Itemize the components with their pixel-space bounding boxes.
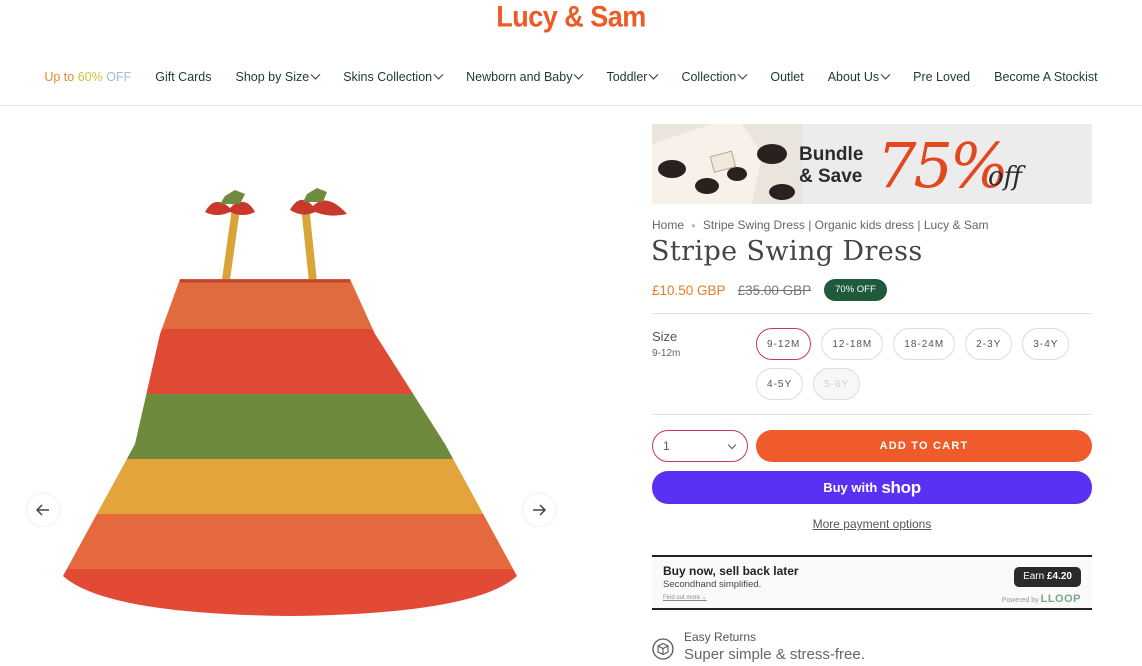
breadcrumb-home[interactable]: Home bbox=[652, 218, 684, 232]
loop-subheading: Secondhand simplified. bbox=[663, 579, 762, 590]
chevron-down-icon bbox=[310, 69, 321, 80]
brand-logo-text: Lucy & Sam bbox=[496, 0, 646, 34]
nav-label: Gift Cards bbox=[155, 70, 212, 84]
divider bbox=[652, 414, 1092, 415]
nav-item-about-us[interactable]: About Us bbox=[816, 69, 901, 84]
nav-item-shop-by-size[interactable]: Shop by Size bbox=[224, 69, 332, 84]
size-label: Size bbox=[652, 329, 678, 344]
buy-with-label: Buy with bbox=[823, 480, 878, 495]
loop-resale-widget: Buy now, sell back later Secondhand simp… bbox=[652, 555, 1092, 610]
product-gallery bbox=[0, 106, 640, 666]
nav-item-skins-collection[interactable]: Skins Collection bbox=[331, 69, 454, 84]
size-option-4-5y[interactable]: 4-5Y bbox=[756, 368, 804, 400]
gallery-prev-button[interactable] bbox=[27, 494, 59, 526]
nav-item-newborn-baby[interactable]: Newborn and Baby bbox=[454, 69, 594, 84]
gallery-next-button[interactable] bbox=[523, 494, 555, 526]
chevron-down-icon bbox=[727, 440, 737, 450]
size-selected-value: 9-12m bbox=[652, 348, 681, 359]
loop-find-out-more-link[interactable]: Find out more ⌄ bbox=[663, 594, 707, 601]
chevron-down-icon bbox=[737, 69, 748, 80]
loop-find-out-label: Find out more bbox=[663, 595, 701, 601]
banner-percent: 75% bbox=[877, 129, 1009, 202]
sale-prefix: Up to bbox=[44, 70, 75, 84]
size-options: 9-12M 12-18M 18-24M 2-3Y 3-4Y 4-5Y 5-6Y bbox=[756, 328, 1076, 400]
loop-logo: LLOOP bbox=[1040, 593, 1081, 605]
nav-item-gift-cards[interactable]: Gift Cards bbox=[143, 70, 223, 84]
banner-text: Bundle & Save bbox=[799, 144, 863, 188]
chevron-down-icon bbox=[433, 69, 444, 80]
main-nav: Up to 60% OFF Gift Cards Shop by Size Sk… bbox=[0, 69, 1142, 84]
returns-subtitle: Super simple & stress-free. bbox=[684, 646, 865, 663]
arrow-right-icon bbox=[533, 504, 546, 516]
size-option-2-3y[interactable]: 2-3Y bbox=[965, 328, 1013, 360]
breadcrumb-separator-icon: ● bbox=[691, 220, 696, 230]
nav-label: Shop by Size bbox=[235, 70, 310, 84]
nav-label: Toddler bbox=[606, 70, 648, 84]
bundle-save-banner[interactable]: Bundle & Save 75% off bbox=[652, 124, 1092, 204]
returns-box-icon bbox=[652, 638, 674, 660]
nav-item-sale[interactable]: Up to 60% OFF bbox=[32, 70, 143, 84]
size-option-5-6y[interactable]: 5-6Y bbox=[813, 368, 861, 400]
compare-price: £35.00 GBP bbox=[737, 282, 812, 298]
brand-logo[interactable]: Lucy & Sam bbox=[0, 0, 1142, 34]
banner-line2: & Save bbox=[799, 166, 863, 187]
product-title: Stripe Swing Dress bbox=[651, 236, 923, 267]
loop-powered-by: Powered by LLOOP bbox=[1002, 593, 1081, 605]
nav-item-pre-loved[interactable]: Pre Loved bbox=[901, 70, 982, 84]
nav-item-become-stockist[interactable]: Become A Stockist bbox=[982, 70, 1110, 84]
add-to-cart-button[interactable]: ADD TO CART bbox=[756, 430, 1092, 462]
size-option-3-4y[interactable]: 3-4Y bbox=[1022, 328, 1070, 360]
chevron-down-icon bbox=[880, 69, 891, 80]
cow-print-product-image bbox=[652, 124, 802, 204]
chevron-down-icon bbox=[649, 69, 659, 80]
sale-percent: 60% bbox=[77, 70, 103, 84]
nav-label: Outlet bbox=[770, 70, 804, 84]
banner-line1: Bundle bbox=[799, 144, 864, 165]
shop-pay-logo: shop bbox=[881, 477, 921, 497]
discount-badge: 70% OFF bbox=[824, 279, 887, 301]
nav-item-toddler[interactable]: Toddler bbox=[594, 69, 669, 84]
powered-by-label: Powered by bbox=[1001, 597, 1039, 604]
quantity-select[interactable]: 1 bbox=[652, 430, 748, 462]
loop-earn-badge: Earn £4.20 bbox=[1014, 567, 1081, 587]
nav-label: Pre Loved bbox=[913, 70, 971, 84]
nav-label: Collection bbox=[681, 70, 737, 84]
breadcrumb-current: Stripe Swing Dress | Organic kids dress … bbox=[702, 218, 989, 232]
nav-item-collection[interactable]: Collection bbox=[669, 69, 758, 84]
sale-suffix: OFF bbox=[106, 70, 132, 84]
size-option-18-24m[interactable]: 18-24M bbox=[893, 328, 956, 360]
breadcrumb: Home ● Stripe Swing Dress | Organic kids… bbox=[652, 218, 989, 232]
sale-price: £10.50 GBP bbox=[652, 282, 726, 298]
nav-label: Skins Collection bbox=[343, 70, 433, 84]
size-option-12-18m[interactable]: 12-18M bbox=[821, 328, 884, 360]
earn-amount: £4.20 bbox=[1046, 571, 1072, 582]
banner-off: off bbox=[988, 162, 1023, 192]
price-row: £10.50 GBP £35.00 GBP 70% OFF bbox=[652, 279, 887, 301]
more-payment-options-link[interactable]: More payment options bbox=[652, 517, 1092, 531]
earn-label: Earn bbox=[1023, 571, 1045, 582]
nav-item-outlet[interactable]: Outlet bbox=[758, 70, 815, 84]
quantity-value: 1 bbox=[663, 439, 670, 453]
nav-label: Newborn and Baby bbox=[466, 70, 573, 84]
size-option-9-12m[interactable]: 9-12M bbox=[756, 328, 812, 360]
arrow-left-icon bbox=[36, 504, 49, 516]
buy-with-shop-button[interactable]: Buy with shop bbox=[652, 471, 1092, 504]
nav-label: Become A Stockist bbox=[994, 70, 1098, 84]
divider bbox=[652, 313, 1092, 314]
product-image[interactable] bbox=[55, 184, 525, 624]
chevron-down-icon bbox=[574, 69, 584, 80]
loop-heading: Buy now, sell back later bbox=[663, 564, 799, 578]
nav-label: About Us bbox=[827, 70, 880, 84]
returns-title: Easy Returns bbox=[684, 630, 757, 644]
